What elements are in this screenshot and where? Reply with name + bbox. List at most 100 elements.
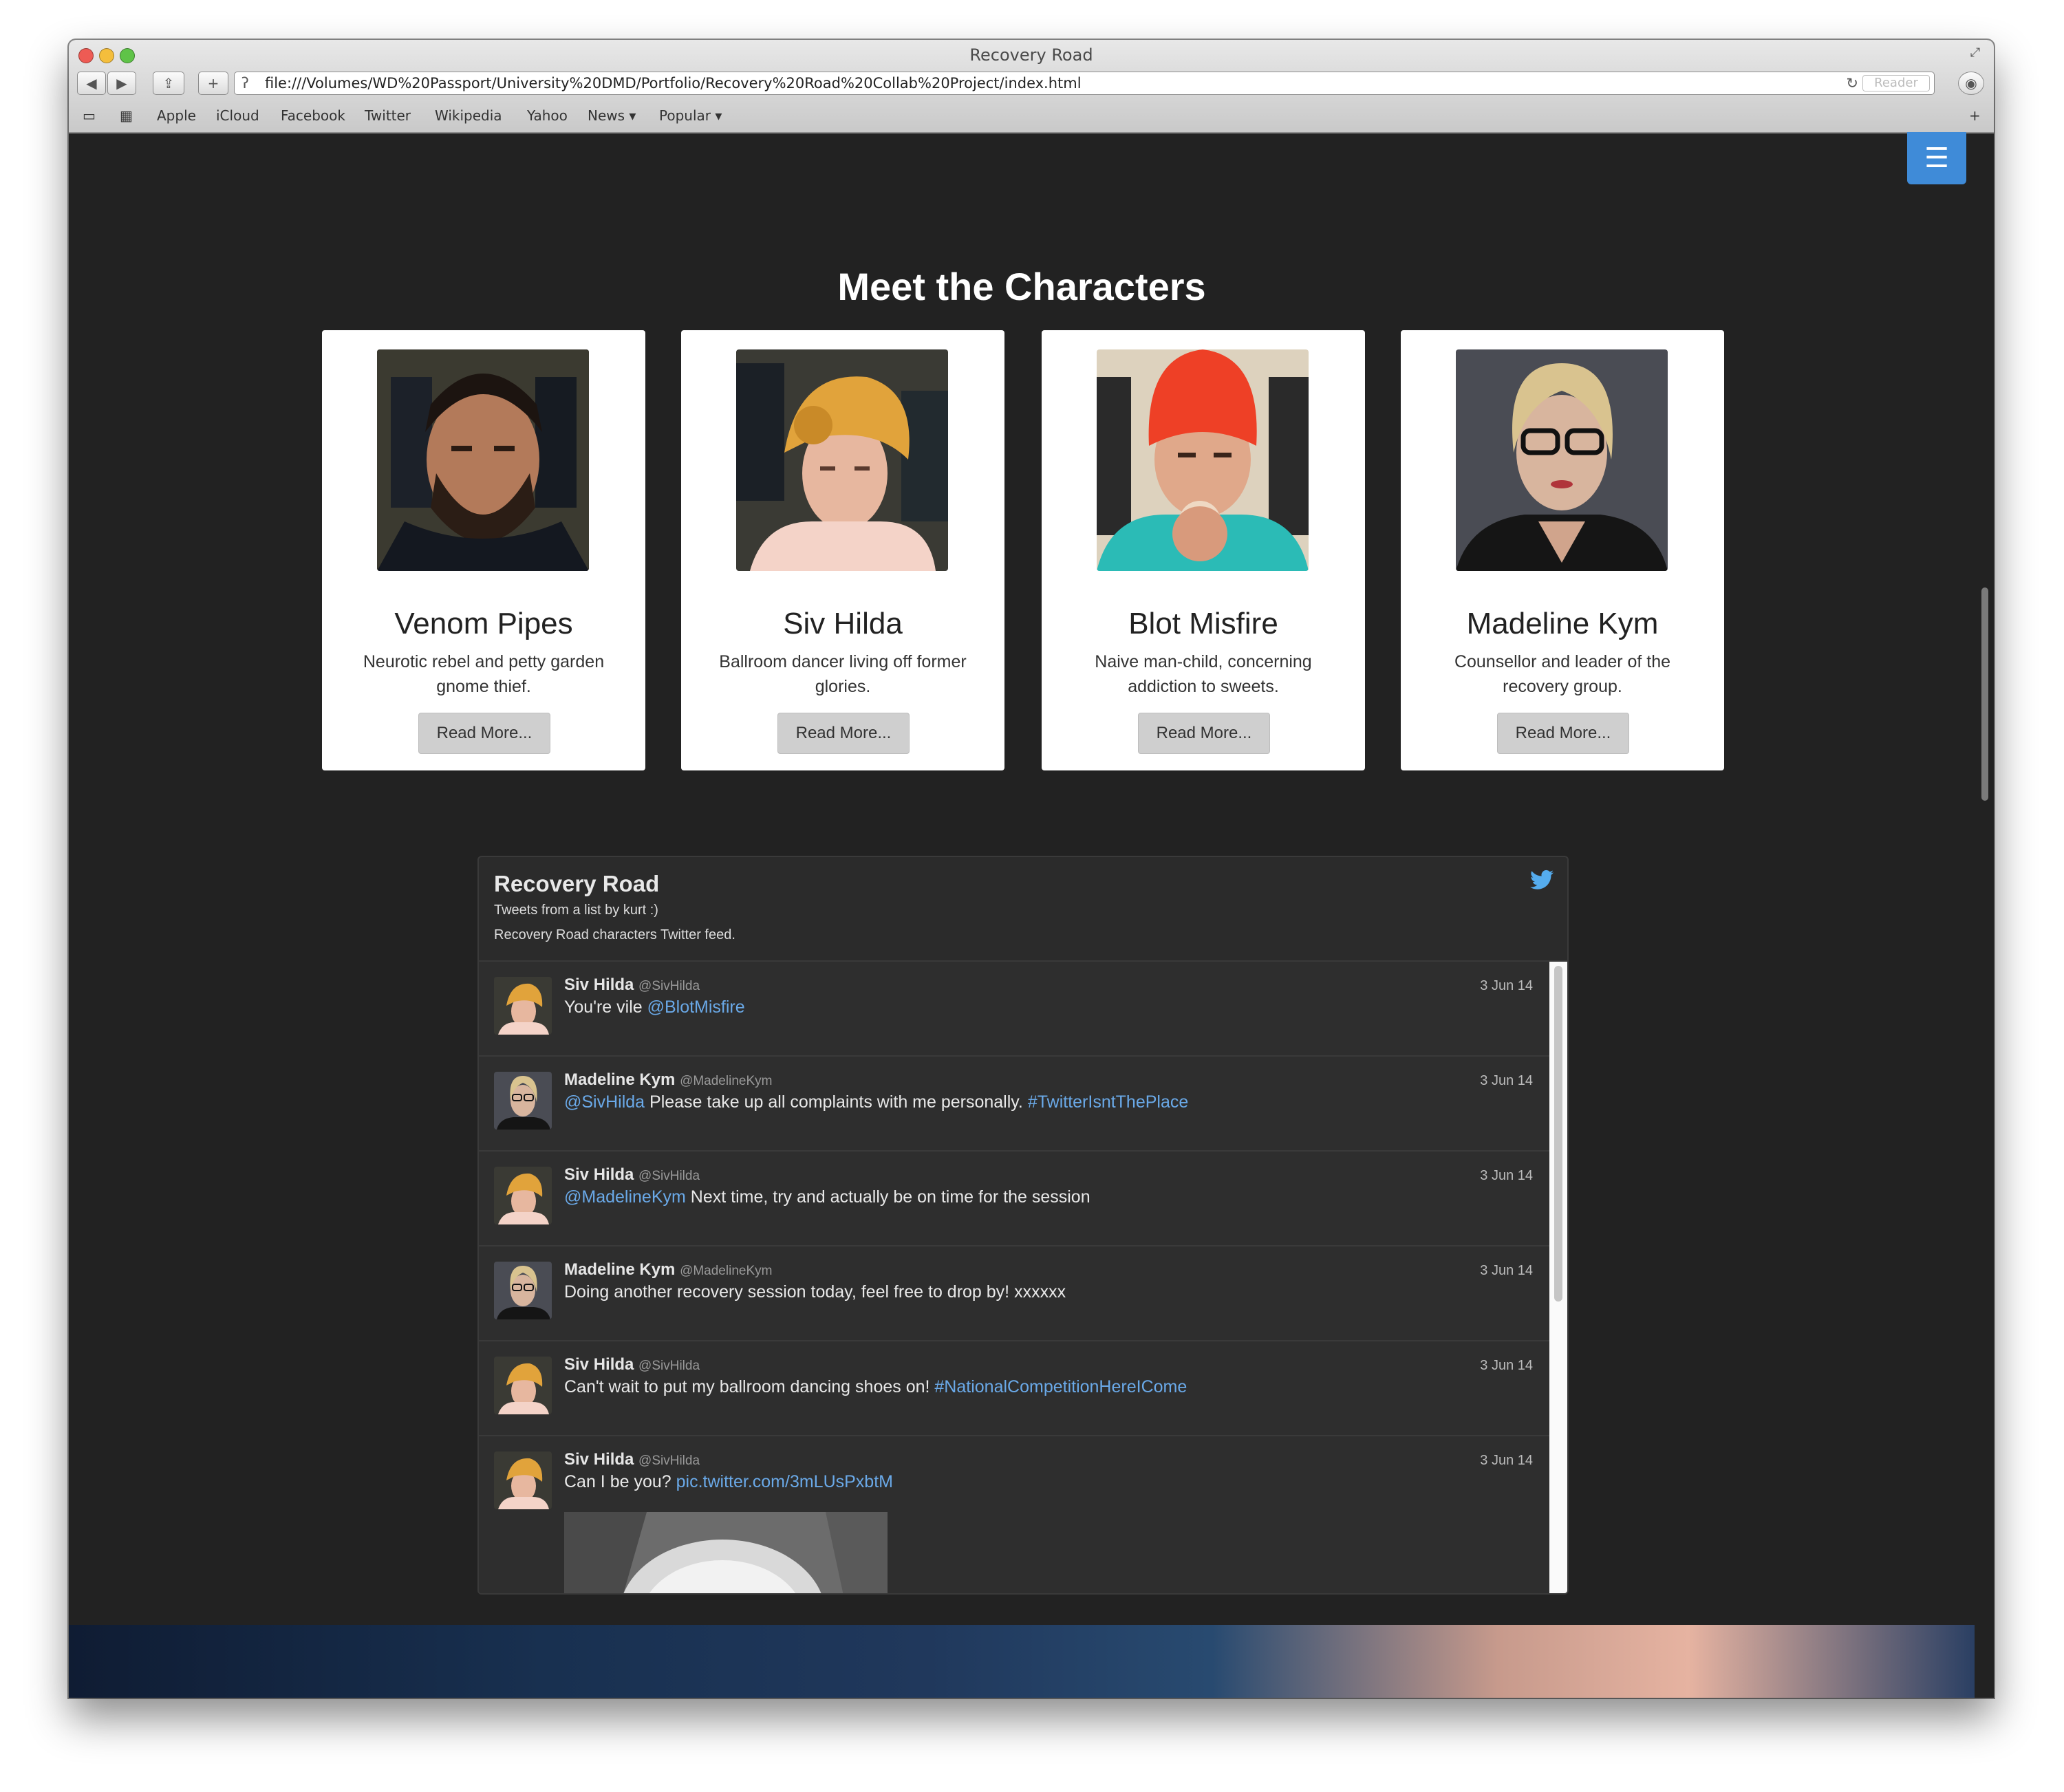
tweet-text-part: Can't wait to put my ballroom dancing sh… [564,1377,935,1396]
tweet-date[interactable]: 3 Jun 14 [1480,978,1533,994]
browser-chrome: Recovery Road ⤢ ◀ ▶ ⇪ + ʔ file:///Volume… [69,40,1994,133]
tweet-text-part: Please take up all complaints with me pe… [645,1092,1028,1112]
character-name: Siv Hilda [783,607,903,640]
read-more-button[interactable]: Read More... [777,713,910,754]
reload-icon[interactable]: ↻ [1846,72,1858,94]
bookmark-facebook[interactable]: Facebook [281,107,345,124]
tweet-media-image[interactable] [564,1512,888,1593]
bookmark-popular[interactable]: Popular ▾ [659,107,722,124]
character-description: Counsellor and leader of the recovery gr… [1454,652,1671,696]
tweet: Madeline Kym @MadelineKym 3 Jun 14 @SivH… [479,1057,1549,1152]
character-photo-siv-hilda[interactable] [736,349,948,571]
mention-link[interactable]: @MadelineKym [564,1187,686,1207]
character-name: Madeline Kym [1466,607,1659,640]
back-icon: ◀ [86,75,97,91]
character-card: Siv Hilda Ballroom dancer living off for… [681,330,1004,770]
character-photo-blot-misfire[interactable] [1097,349,1309,571]
character-photo-venom-pipes[interactable] [377,349,589,571]
avatar[interactable] [494,1451,552,1509]
hashtag-link[interactable]: #TwitterIsntThePlace [1028,1092,1188,1112]
tweet-list[interactable]: Siv Hilda @SivHilda 3 Jun 14 You're vile… [479,962,1549,1593]
media-link[interactable]: pic.twitter.com/3mLUsPxbtM [676,1472,893,1491]
tweet-handle: @SivHilda [638,1454,700,1468]
reader-button[interactable]: Reader [1862,75,1930,91]
tweet-author-name: Siv Hilda [564,1355,634,1374]
tweet-author-name: Siv Hilda [564,1450,634,1469]
tweet-text-part: Can I be you? [564,1472,676,1491]
tweet-text-part: You're vile [564,997,647,1017]
hashtag-link[interactable]: #NationalCompetitionHereICome [934,1377,1187,1396]
twitter-bird-icon[interactable] [1530,870,1554,890]
top-sites-icon[interactable]: ▦ [120,107,133,124]
character-photo-madeline-kym[interactable] [1456,349,1668,571]
tweet-list-scrollbar[interactable] [1549,962,1567,1593]
menu-button[interactable]: ☰ [1907,132,1966,184]
tweet-date[interactable]: 3 Jun 14 [1480,1358,1533,1374]
tweet-author[interactable]: Siv Hilda @SivHilda [564,1450,700,1469]
tweet-text: @MadelineKym Next time, try and actually… [564,1187,1090,1207]
twitter-list-subtitle: Tweets from a list by kurt :) [494,903,658,918]
tweet-author[interactable]: Siv Hilda @SivHilda [564,975,700,995]
bookmark-news[interactable]: News ▾ [588,107,636,124]
avatar[interactable] [494,1072,552,1130]
tweet-text: Can I be you? pic.twitter.com/3mLUsPxbtM [564,1472,893,1492]
twitter-list-title[interactable]: Recovery Road [494,871,659,897]
tweet-date[interactable]: 3 Jun 14 [1480,1073,1533,1089]
tweet-text: Can't wait to put my ballroom dancing sh… [564,1377,1187,1397]
tweet-author[interactable]: Siv Hilda @SivHilda [564,1355,700,1374]
read-more-button[interactable]: Read More... [1497,713,1629,754]
tweet-text-part: Doing another recovery session today, fe… [564,1282,1066,1302]
tweet-date[interactable]: 3 Jun 14 [1480,1168,1533,1184]
tweet-list-scroll-thumb[interactable] [1554,966,1562,1302]
tweet-text: @SivHilda Please take up all complaints … [564,1092,1188,1112]
twitter-timeline-widget: Recovery Road Tweets from a list by kurt… [477,856,1569,1595]
mention-link[interactable]: @BlotMisfire [647,997,745,1017]
bookmark-wikipedia[interactable]: Wikipedia [435,107,502,124]
section-title: Meet the Characters [837,265,1206,308]
tweet-date[interactable]: 3 Jun 14 [1480,1263,1533,1279]
forward-button[interactable]: ▶ [107,72,136,95]
bookmark-yahoo[interactable]: Yahoo [527,107,568,124]
read-more-button[interactable]: Read More... [1138,713,1270,754]
tweet-handle: @SivHilda [638,979,700,993]
tweet: Siv Hilda @SivHilda 3 Jun 14 You're vile… [479,962,1549,1057]
share-button[interactable]: ⇪ [153,72,184,95]
tweet-date[interactable]: 3 Jun 14 [1480,1453,1533,1469]
bookmark-twitter[interactable]: Twitter [365,107,411,124]
tweet-author[interactable]: Madeline Kym @MadelineKym [564,1260,772,1280]
avatar[interactable] [494,1167,552,1224]
read-more-button[interactable]: Read More... [418,713,550,754]
bookmark-icloud[interactable]: iCloud [216,107,259,124]
character-description: Ballroom dancer living off former glorie… [719,652,967,696]
page-scrollbar[interactable] [1975,133,1994,1698]
character-description: Naive man-child, concerning addiction to… [1095,652,1312,696]
bookmark-apple[interactable]: Apple [157,107,196,124]
page-scroll-thumb[interactable] [1981,587,1988,801]
fullscreen-icon[interactable]: ⤢ [1966,44,1984,62]
character-card: Madeline Kym Counsellor and leader of th… [1401,330,1724,770]
avatar[interactable] [494,977,552,1035]
tweet-handle: @SivHilda [638,1359,700,1373]
next-section-hero-image [69,1625,1975,1698]
add-bookmark-icon[interactable]: + [1969,107,1981,124]
tweet: Siv Hilda @SivHilda 3 Jun 14 Can I be yo… [479,1436,1549,1593]
back-button[interactable]: ◀ [77,72,106,95]
tweet-handle: @MadelineKym [680,1264,773,1278]
character-card: Venom Pipes Neurotic rebel and petty gar… [322,330,645,770]
tweet-handle: @MadelineKym [680,1074,773,1088]
tweet-author[interactable]: Siv Hilda @SivHilda [564,1165,700,1185]
mention-link[interactable]: @SivHilda [564,1092,645,1112]
avatar[interactable] [494,1262,552,1319]
tweet-text-part: Next time, try and actually be on time f… [685,1187,1090,1207]
address-bar[interactable]: ʔ file:///Volumes/WD%20Passport/Universi… [234,72,1935,95]
avatar[interactable] [494,1357,552,1414]
url-text[interactable]: file:///Volumes/WD%20Passport/University… [265,72,1082,94]
reading-list-icon[interactable]: ▭ [83,107,96,124]
tweet-text: Doing another recovery session today, fe… [564,1282,1066,1302]
tweet-author[interactable]: Madeline Kym @MadelineKym [564,1070,772,1090]
window-title: Recovery Road [969,45,1093,65]
downloads-button[interactable]: ◉ [1958,72,1984,95]
add-tab-button[interactable]: + [198,72,228,95]
share-icon: ⇪ [162,75,175,91]
twitter-widget-header: Recovery Road Tweets from a list by kurt… [479,857,1567,962]
